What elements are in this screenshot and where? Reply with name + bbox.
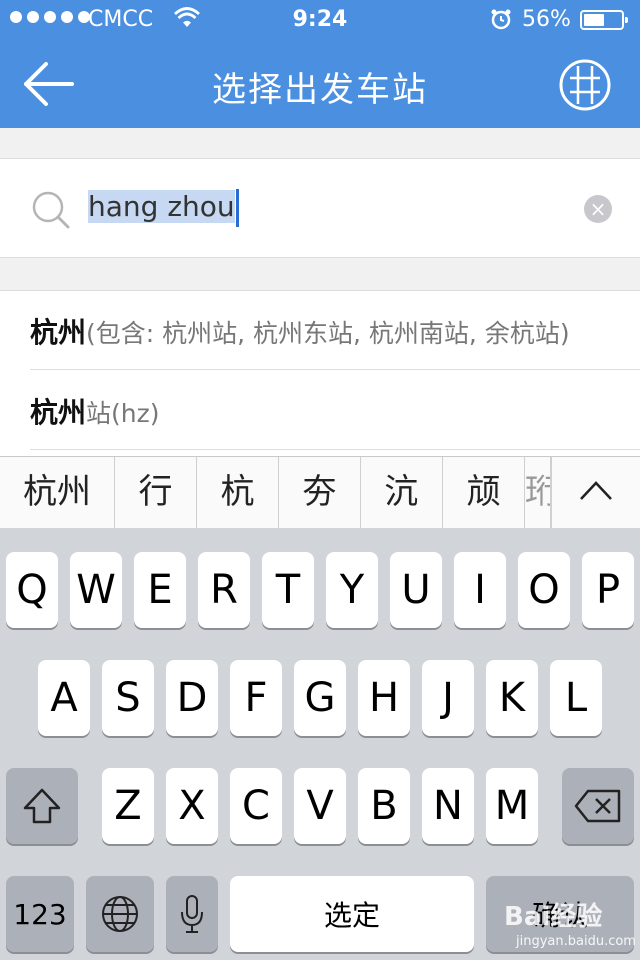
key-r[interactable]: R bbox=[198, 552, 250, 628]
key-l[interactable]: L bbox=[550, 660, 602, 736]
results-list: 杭州(包含: 杭州站, 杭州东站, 杭州南站, 余杭站) 杭州站(hz) bbox=[0, 290, 640, 458]
search-input[interactable]: hang zhou bbox=[88, 187, 239, 227]
key-w[interactable]: W bbox=[70, 552, 122, 628]
candidate-item[interactable]: 行 bbox=[115, 457, 197, 528]
return-key[interactable]: 确认 bbox=[486, 876, 634, 952]
search-icon bbox=[32, 191, 70, 229]
key-g[interactable]: G bbox=[294, 660, 346, 736]
text-caret bbox=[235, 189, 239, 227]
candidate-item[interactable]: 颃 bbox=[443, 457, 525, 528]
key-k[interactable]: K bbox=[486, 660, 538, 736]
header: CMCC 9:24 56% 选择出发车站 bbox=[0, 0, 640, 128]
globe-icon[interactable] bbox=[86, 876, 154, 952]
battery-percent: 56% bbox=[522, 7, 571, 32]
alarm-clock-icon bbox=[491, 9, 511, 30]
numbers-key[interactable]: 123 bbox=[6, 876, 74, 952]
key-i[interactable]: I bbox=[454, 552, 506, 628]
result-sub: 站(hz) bbox=[86, 399, 160, 428]
key-y[interactable]: Y bbox=[326, 552, 378, 628]
battery-fill bbox=[584, 14, 605, 26]
map-grid-icon[interactable] bbox=[558, 58, 612, 112]
candidate-item[interactable]: 杭 bbox=[197, 457, 279, 528]
key-z[interactable]: Z bbox=[102, 768, 154, 844]
battery-icon bbox=[580, 10, 628, 30]
key-a[interactable]: A bbox=[38, 660, 90, 736]
space-key[interactable]: 选定 bbox=[230, 876, 474, 952]
candidate-bar: 杭州 行 杭 夯 沆 颃 珩 bbox=[0, 456, 640, 528]
result-main: 杭州 bbox=[30, 396, 87, 429]
candidate-item-partial[interactable]: 珩 bbox=[525, 457, 551, 528]
result-sub: (包含: 杭州站, 杭州东站, 杭州南站, 余杭站) bbox=[86, 319, 570, 348]
key-b[interactable]: B bbox=[358, 768, 410, 844]
key-o[interactable]: O bbox=[518, 552, 570, 628]
key-m[interactable]: M bbox=[486, 768, 538, 844]
key-h[interactable]: H bbox=[358, 660, 410, 736]
candidate-item[interactable]: 杭州 bbox=[0, 457, 115, 528]
key-x[interactable]: X bbox=[166, 768, 218, 844]
page-title: 选择出发车站 bbox=[212, 70, 428, 110]
key-s[interactable]: S bbox=[102, 660, 154, 736]
key-n[interactable]: N bbox=[422, 768, 474, 844]
key-j[interactable]: J bbox=[422, 660, 474, 736]
status-bar: CMCC 9:24 56% bbox=[0, 0, 640, 40]
search-query-text: hang zhou bbox=[88, 190, 235, 223]
shift-arrow-icon[interactable] bbox=[6, 768, 78, 844]
nav-bar: 选择出发车站 bbox=[0, 40, 640, 128]
key-v[interactable]: V bbox=[294, 768, 346, 844]
key-c[interactable]: C bbox=[230, 768, 282, 844]
key-q[interactable]: Q bbox=[6, 552, 58, 628]
clear-x-icon[interactable]: × bbox=[584, 195, 612, 223]
key-f[interactable]: F bbox=[230, 660, 282, 736]
key-p[interactable]: P bbox=[582, 552, 634, 628]
search-bar: hang zhou × bbox=[0, 158, 640, 258]
list-item[interactable]: 杭州站(hz) bbox=[30, 371, 640, 450]
chevron-up-icon[interactable] bbox=[551, 457, 640, 528]
list-item[interactable]: 杭州(包含: 杭州站, 杭州东站, 杭州南站, 余杭站) bbox=[30, 291, 640, 370]
candidate-item[interactable]: 夯 bbox=[279, 457, 361, 528]
result-main: 杭州 bbox=[30, 316, 87, 349]
key-e[interactable]: E bbox=[134, 552, 186, 628]
keyboard: Q W E R T Y U I O P A S D F G H J K L Z … bbox=[0, 528, 640, 960]
candidate-item[interactable]: 沆 bbox=[361, 457, 443, 528]
microphone-icon[interactable] bbox=[166, 876, 218, 952]
key-t[interactable]: T bbox=[262, 552, 314, 628]
key-d[interactable]: D bbox=[166, 660, 218, 736]
key-u[interactable]: U bbox=[390, 552, 442, 628]
backspace-icon[interactable] bbox=[562, 768, 634, 844]
screen: CMCC 9:24 56% 选择出发车站 hang zhou × 杭州(包含: … bbox=[0, 0, 640, 960]
